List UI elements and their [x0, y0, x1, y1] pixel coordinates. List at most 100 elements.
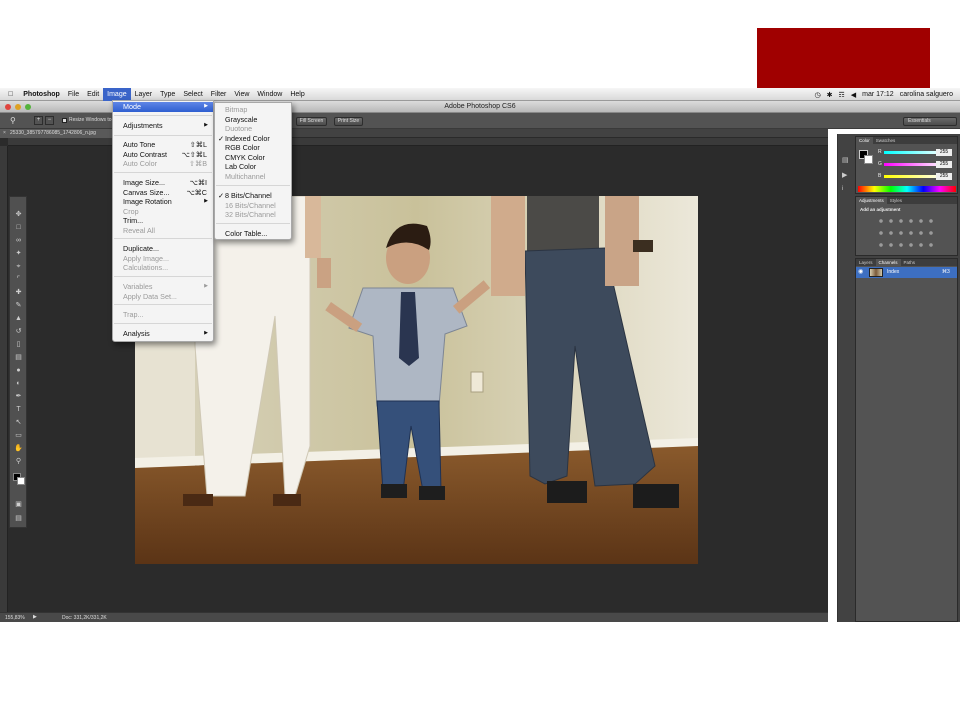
- background-swatch[interactable]: [864, 155, 873, 164]
- gradient-tool-icon[interactable]: ▤: [13, 352, 24, 363]
- healing-brush-tool-icon[interactable]: ✚: [13, 287, 24, 298]
- menu-type[interactable]: Type: [156, 88, 179, 101]
- menu-separator: [114, 304, 212, 305]
- pen-tool-icon[interactable]: ✒: [13, 391, 24, 402]
- tab-channels[interactable]: Channels: [875, 259, 901, 266]
- zoom-in-icon[interactable]: +: [34, 116, 43, 125]
- fill-screen-button[interactable]: Fill Screen: [296, 117, 327, 126]
- user-name[interactable]: carolina salguero: [897, 91, 956, 98]
- print-size-button[interactable]: Print Size: [334, 117, 363, 126]
- zoom-tool-icon[interactable]: ⚲: [13, 456, 24, 467]
- bluetooth-icon[interactable]: ✱: [824, 91, 836, 99]
- menu-layer[interactable]: Layer: [131, 88, 157, 101]
- channel-row-index[interactable]: ◉ Index ⌘3: [856, 267, 957, 278]
- close-tab-icon[interactable]: ×: [3, 130, 6, 136]
- tab-adjustments[interactable]: Adjustments: [856, 197, 887, 204]
- clone-stamp-tool-icon[interactable]: ▲: [13, 313, 24, 324]
- type-tool-icon[interactable]: T: [13, 404, 24, 415]
- menu-item-image-rotation[interactable]: Image Rotation ▶: [113, 197, 213, 207]
- workspace-select[interactable]: Essentials: [903, 117, 957, 126]
- mode-submenu: Bitmap Grayscale Duotone ✓ Indexed Color …: [214, 102, 292, 240]
- menu-help[interactable]: Help: [286, 88, 308, 101]
- clock[interactable]: mar 17:12: [859, 91, 897, 98]
- history-brush-tool-icon[interactable]: ↺: [13, 326, 24, 337]
- submenu-arrow-icon: ▶: [204, 330, 208, 336]
- document-image[interactable]: [135, 196, 698, 564]
- menu-item-trap: Trap...: [123, 310, 144, 319]
- g-value[interactable]: 255: [936, 161, 952, 168]
- eraser-tool-icon[interactable]: ▯: [13, 339, 24, 350]
- zoom-level[interactable]: 155,83%: [5, 615, 25, 621]
- apple-icon[interactable]: : [0, 88, 19, 101]
- menu-item-auto-contrast[interactable]: Auto Contrast ⌥⇧⌘L: [113, 150, 213, 160]
- marquee-tool-icon[interactable]: □: [13, 222, 24, 233]
- mode-item-rgb-color[interactable]: RGB Color: [215, 143, 291, 153]
- path-select-tool-icon[interactable]: ↖: [13, 417, 24, 428]
- tab-swatches[interactable]: Swatches: [873, 137, 899, 144]
- screen-mode-icon[interactable]: ▤: [13, 513, 24, 524]
- tab-styles[interactable]: Styles: [887, 197, 905, 204]
- tab-color[interactable]: Color: [856, 137, 873, 144]
- quick-mask-icon[interactable]: ▣: [13, 499, 24, 510]
- menu-item-trim[interactable]: Trim...: [113, 216, 213, 226]
- color-spectrum[interactable]: [858, 186, 956, 192]
- resize-windows-checkbox[interactable]: [62, 118, 67, 123]
- menu-item-apply-image: Apply Image...: [123, 253, 169, 263]
- menu-window[interactable]: Window: [253, 88, 286, 101]
- b-slider[interactable]: [884, 175, 944, 178]
- lasso-tool-icon[interactable]: ∞: [13, 235, 24, 246]
- r-slider[interactable]: [884, 151, 944, 154]
- g-slider[interactable]: [884, 163, 944, 166]
- status-arrow-icon[interactable]: ▶: [33, 614, 37, 620]
- photo-illustration: [135, 196, 698, 564]
- r-value[interactable]: 255: [936, 149, 952, 156]
- menu-select[interactable]: Select: [179, 88, 206, 101]
- menu-item-adjustments[interactable]: Adjustments ▶: [113, 121, 213, 131]
- adjustment-icons-grid[interactable]: [876, 215, 938, 251]
- channel-thumbnail: [869, 268, 883, 277]
- shape-tool-icon[interactable]: ▭: [13, 430, 24, 441]
- menu-item-analysis[interactable]: Analysis ▶: [113, 329, 213, 339]
- b-value[interactable]: 255: [936, 173, 952, 180]
- info-panel-icon[interactable]: i: [842, 186, 852, 195]
- mode-item-color-table[interactable]: Color Table...: [215, 229, 291, 239]
- mode-item-8-bits[interactable]: ✓ 8 Bits/Channel: [215, 191, 291, 201]
- menu-edit[interactable]: Edit: [83, 88, 103, 101]
- menu-item-image-size[interactable]: Image Size... ⌥⌘I: [113, 178, 213, 188]
- history-panel-icon[interactable]: ▤: [842, 156, 852, 165]
- menu-filter[interactable]: Filter: [207, 88, 231, 101]
- mode-item-indexed-color[interactable]: ✓ Indexed Color: [215, 134, 291, 144]
- wifi-icon[interactable]: ☶: [835, 91, 847, 99]
- vertical-ruler: [0, 146, 8, 612]
- quick-select-tool-icon[interactable]: ✦: [13, 248, 24, 259]
- menu-item-canvas-size[interactable]: Canvas Size... ⌥⌘C: [113, 188, 213, 198]
- move-tool-icon[interactable]: ✥: [13, 209, 24, 220]
- menu-item-duplicate[interactable]: Duplicate...: [113, 244, 213, 254]
- mode-item-cmyk-color[interactable]: CMYK Color: [215, 153, 291, 163]
- zoom-tool-icon[interactable]: ⚲: [10, 116, 16, 125]
- menu-image[interactable]: Image: [103, 87, 131, 101]
- crop-tool-icon[interactable]: ⌖: [13, 261, 24, 272]
- time-machine-icon[interactable]: ◷: [812, 91, 824, 99]
- background-color-swatch[interactable]: [17, 477, 25, 485]
- hand-tool-icon[interactable]: ✋: [13, 443, 24, 454]
- menu-view[interactable]: View: [230, 88, 253, 101]
- menu-file[interactable]: File: [64, 88, 83, 101]
- dodge-tool-icon[interactable]: ◐: [13, 378, 24, 389]
- actions-panel-icon[interactable]: ▶: [842, 171, 852, 180]
- menu-item-auto-tone[interactable]: Auto Tone ⇧⌘L: [113, 140, 213, 150]
- menu-item-reveal-all: Reveal All: [123, 225, 155, 235]
- eyedropper-tool-icon[interactable]: ⌜: [13, 274, 24, 285]
- tab-layers[interactable]: Layers: [856, 259, 876, 266]
- document-tab[interactable]: × 25330_385797786085_1742806_n.jpg: [0, 129, 112, 138]
- volume-icon[interactable]: ◀: [848, 91, 859, 99]
- blur-tool-icon[interactable]: ●: [13, 365, 24, 376]
- tab-paths[interactable]: Paths: [901, 259, 919, 266]
- menu-item-mode[interactable]: Mode ▶: [113, 102, 213, 112]
- menu-photoshop[interactable]: Photoshop: [19, 88, 64, 101]
- mode-item-lab-color[interactable]: Lab Color: [215, 162, 291, 172]
- zoom-out-icon[interactable]: −: [45, 116, 54, 125]
- brush-tool-icon[interactable]: ✎: [13, 300, 24, 311]
- visibility-eye-icon[interactable]: ◉: [858, 268, 863, 275]
- mode-item-grayscale[interactable]: Grayscale: [215, 115, 291, 125]
